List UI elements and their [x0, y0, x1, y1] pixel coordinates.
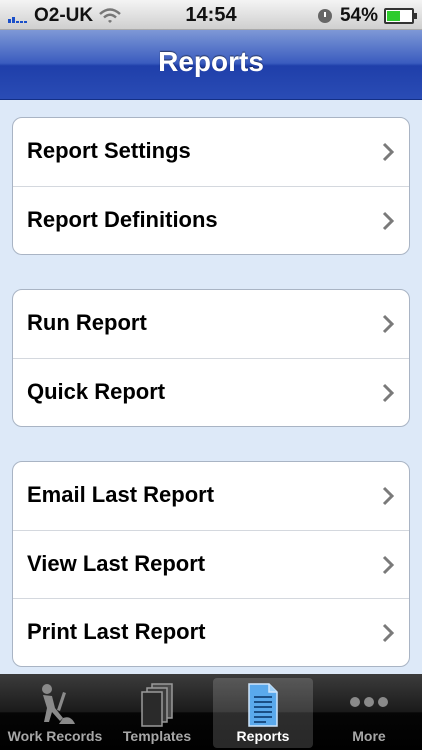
row-label: Quick Report: [27, 379, 166, 404]
chevron-right-icon: [382, 211, 395, 231]
run-group: Run Report Quick Report: [12, 289, 410, 427]
battery-icon: [384, 8, 417, 24]
battery-fill: [387, 11, 400, 21]
report-definitions-row[interactable]: Report Definitions: [13, 186, 409, 254]
row-label: Email Last Report: [27, 482, 215, 507]
chevron-right-icon: [382, 142, 395, 162]
tab-reports[interactable]: Reports: [213, 678, 313, 748]
worker-icon: [42, 684, 75, 724]
row-label: View Last Report: [27, 551, 206, 576]
row-label: Report Settings: [27, 138, 191, 163]
alarm-clock-icon: [317, 9, 332, 23]
chevron-right-icon: [382, 314, 395, 334]
tab-label: Reports: [236, 728, 290, 744]
chevron-right-icon: [382, 555, 395, 575]
view-last-report-row[interactable]: View Last Report: [13, 530, 409, 598]
status-bar: O2-UK 14:54 54%: [0, 0, 422, 30]
chevron-right-icon: [382, 623, 395, 643]
row-label: Report Definitions: [27, 207, 218, 232]
status-right: 54%: [317, 5, 417, 27]
report-settings-row[interactable]: Report Settings: [13, 118, 409, 186]
chevron-right-icon: [382, 383, 395, 403]
tab-templates[interactable]: Templates: [107, 678, 207, 748]
quick-report-row[interactable]: Quick Report: [13, 358, 409, 426]
more-dots-icon: [350, 697, 388, 707]
tab-bar: Work Records Templates Reports More: [0, 674, 422, 750]
email-last-report-row[interactable]: Email Last Report: [13, 462, 409, 530]
battery-percent: 54%: [339, 5, 378, 26]
tab-label: Templates: [122, 728, 192, 744]
tab-work-records[interactable]: Work Records: [5, 678, 105, 748]
tab-more[interactable]: More: [319, 678, 419, 748]
tab-label: Work Records: [7, 728, 103, 744]
last-report-group: Email Last Report View Last Report Print…: [12, 461, 410, 667]
print-last-report-row[interactable]: Print Last Report: [13, 598, 409, 666]
chevron-right-icon: [382, 486, 395, 506]
page-title: Reports: [158, 46, 264, 77]
templates-icon: [141, 683, 173, 727]
tab-label: More: [352, 728, 386, 744]
run-report-row[interactable]: Run Report: [13, 290, 409, 358]
report-document-icon: [248, 683, 278, 727]
settings-group: Report Settings Report Definitions: [12, 117, 410, 255]
row-label: Run Report: [27, 310, 147, 335]
navigation-bar: Reports: [0, 30, 422, 100]
row-label: Print Last Report: [27, 619, 206, 644]
